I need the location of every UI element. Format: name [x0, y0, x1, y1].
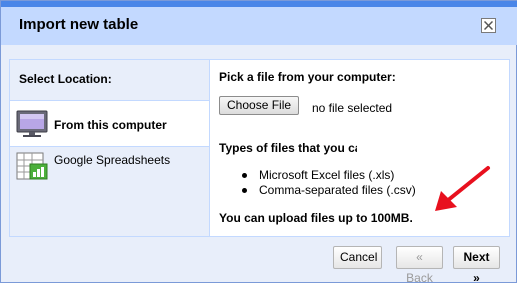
next-button[interactable]: Next »	[453, 246, 500, 283]
list-item: Microsoft Excel files (.xls)	[242, 168, 416, 183]
sidebar-title: Select Location:	[19, 72, 112, 86]
back-button[interactable]: « Back	[396, 246, 443, 283]
spreadsheet-icon	[16, 152, 48, 180]
sidebar-item-label: Google Spreadsheets	[54, 153, 171, 167]
dialog-header: Import new table	[1, 7, 517, 45]
red-arrow-icon	[435, 166, 490, 211]
location-sidebar: Select Location: From this computer Goog…	[10, 60, 210, 236]
sidebar-item-from-this-computer[interactable]: From this computer	[10, 100, 210, 147]
sidebar-item-google-spreadsheets[interactable]: Google Spreadsheets	[10, 148, 209, 195]
close-icon	[484, 21, 493, 30]
computer-monitor-icon	[16, 110, 48, 137]
dialog-title: Import new table	[19, 16, 139, 33]
file-types-list: Microsoft Excel files (.xls) Comma-separ…	[242, 168, 416, 198]
list-item: Comma-separated files (.csv)	[242, 183, 416, 198]
file-types-label: Types of files that you can upload:	[219, 141, 357, 155]
close-button[interactable]	[481, 18, 496, 33]
upload-limit-label: You can upload files up to 100MB.	[219, 211, 413, 225]
sidebar-item-label: From this computer	[54, 118, 167, 132]
cancel-button[interactable]: Cancel	[333, 246, 382, 269]
pick-file-label: Pick a file from your computer:	[219, 70, 396, 84]
choose-file-button[interactable]: Choose File	[219, 96, 300, 115]
import-table-dialog: Import new table Select Location: From t…	[0, 0, 517, 283]
file-status-text: no file selected	[312, 101, 393, 115]
